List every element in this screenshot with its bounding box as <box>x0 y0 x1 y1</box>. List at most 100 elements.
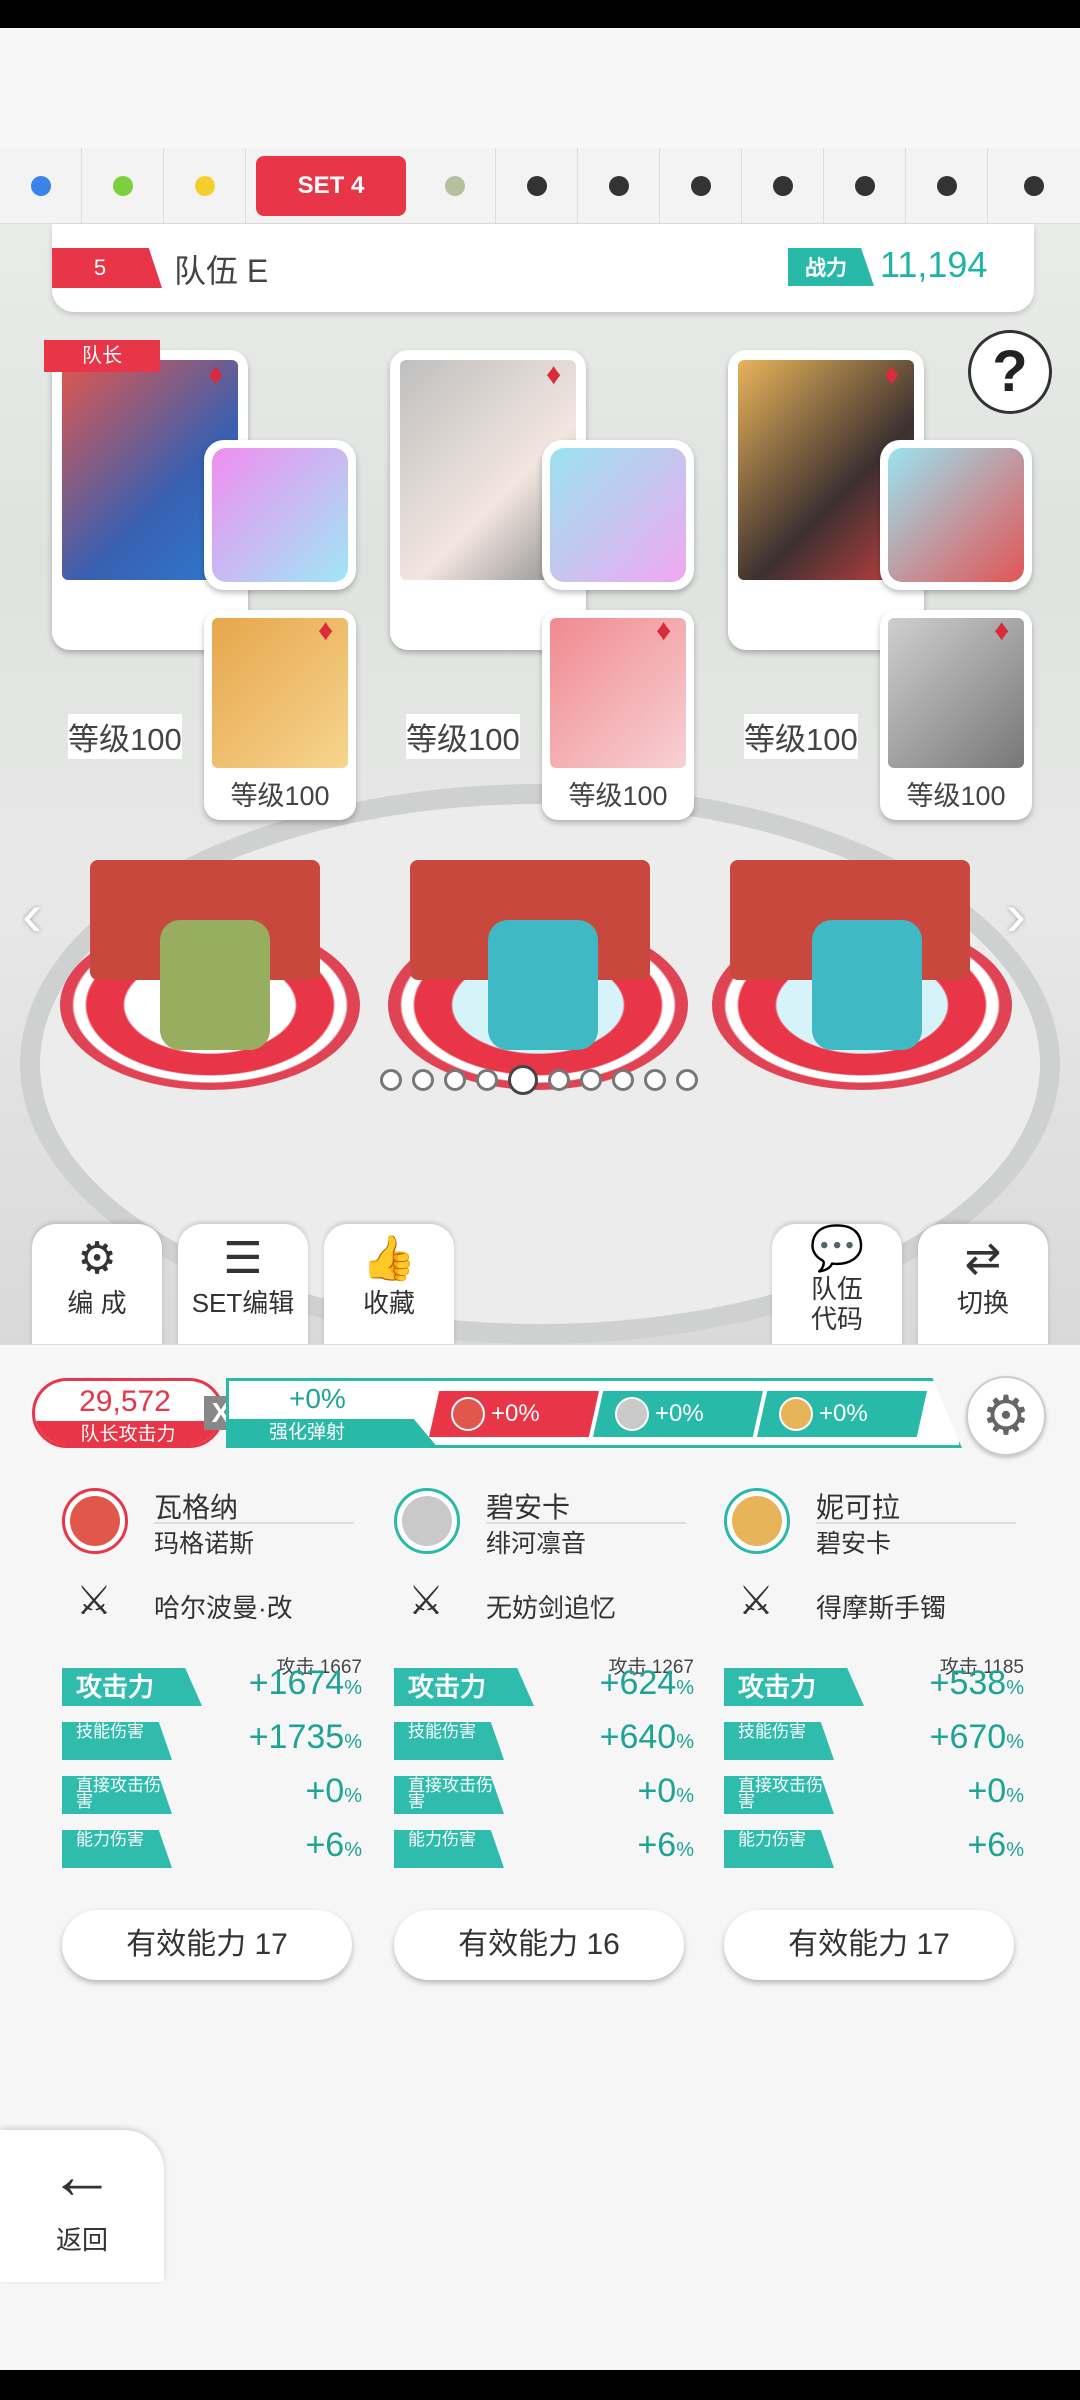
system-nav-bar <box>0 2370 1080 2400</box>
chevron-left-icon[interactable]: ‹ <box>22 880 42 949</box>
set-tab-1[interactable] <box>0 148 82 224</box>
stat-direct-damage: 直接攻击伤害 +0% <box>394 1772 694 1818</box>
partner-level: 等级100 <box>906 781 1006 811</box>
weapon-slot-2[interactable] <box>542 440 694 590</box>
set-tab-12[interactable] <box>988 148 1080 224</box>
back-button[interactable]: ← 返回 <box>0 2130 164 2282</box>
weapon-icon <box>888 448 1024 582</box>
leader-badge: 队长 <box>44 340 160 372</box>
set-tab-2[interactable] <box>82 148 164 224</box>
hero-multiplier-chip-1: +0% <box>429 1391 599 1437</box>
partner-name: 绯河凛音 <box>486 1530 587 1558</box>
weapon-slot-1[interactable] <box>204 440 356 590</box>
weapon-icon: ⚔ <box>408 1579 444 1623</box>
formation-label: 编 成 <box>67 1288 127 1318</box>
effective-ability-button-1[interactable]: 有效能力 17 <box>62 1910 352 1980</box>
set-tab-7[interactable] <box>578 148 660 224</box>
power-value: 11,194 <box>880 244 988 285</box>
power-label: 战力 <box>788 248 874 286</box>
favorites-button[interactable]: 👍 收藏 <box>324 1224 454 1348</box>
set-edit-label: SET编辑 <box>191 1288 295 1318</box>
hero-mini-avatar <box>451 1397 485 1431</box>
multiplier-label: 强化弹射 <box>229 1419 439 1448</box>
hero-avatar[interactable] <box>62 1488 128 1554</box>
hero-avatar[interactable] <box>724 1488 790 1554</box>
page-dot[interactable] <box>644 1069 666 1091</box>
diamond-suit-icon: ♦ <box>884 358 900 391</box>
set-tab-3[interactable] <box>164 148 246 224</box>
page-dot[interactable] <box>444 1069 466 1091</box>
set-tab-9[interactable] <box>742 148 824 224</box>
hero-level-2: 等级100 <box>406 714 520 759</box>
partner-name: 碧安卡 <box>816 1530 892 1558</box>
help-button[interactable]: ? <box>968 330 1052 414</box>
stat-attack: 攻击力 +1674% <box>62 1664 362 1710</box>
thumbs-up-star-icon: 👍 <box>361 1234 417 1283</box>
chip-value: +0% <box>655 1400 704 1427</box>
effective-ability-button-2[interactable]: 有效能力 16 <box>394 1910 684 1980</box>
pixel-trophy-1 <box>160 920 270 1050</box>
stat-attack: 攻击力 +624% <box>394 1664 694 1710</box>
switch-label: 切换 <box>956 1288 1009 1318</box>
stat-ability-damage: 能力伤害 +6% <box>62 1826 362 1872</box>
diamond-suit-icon: ♦ <box>546 358 562 391</box>
hero-level-3: 等级100 <box>744 714 858 759</box>
page-dot[interactable] <box>612 1069 634 1091</box>
page-dot[interactable] <box>476 1069 498 1091</box>
weapon-slot-3[interactable] <box>880 440 1032 590</box>
hero-avatar[interactable] <box>394 1488 460 1554</box>
chevron-right-icon[interactable]: › <box>1006 880 1026 949</box>
effective-ability-button-3[interactable]: 有效能力 17 <box>724 1910 1014 1980</box>
chat-bubble-icon: 💬 <box>809 1224 865 1273</box>
set-dot-icon <box>1024 176 1044 196</box>
page-dot-active[interactable] <box>508 1065 538 1095</box>
set-tab-10[interactable] <box>824 148 906 224</box>
stat-attack: 攻击力 +538% <box>724 1664 1024 1710</box>
stat-direct-damage: 直接攻击伤害 +0% <box>62 1772 362 1818</box>
weapon-icon: ⚔ <box>738 1579 774 1623</box>
hero-name: 碧安卡 <box>486 1492 571 1523</box>
page-dot[interactable] <box>380 1069 402 1091</box>
weapon-icon <box>212 448 348 582</box>
partner-card-1[interactable]: ♦ 等级100 <box>204 610 356 820</box>
multiplier-bar: +0% 强化弹射 +0% +0% +0% <box>226 1378 962 1448</box>
set-tab-5[interactable] <box>414 148 496 224</box>
hero-mini-avatar <box>615 1397 649 1431</box>
partner-name: 玛格诺斯 <box>154 1530 255 1558</box>
diamond-suit-icon: ♦ <box>318 614 334 647</box>
hero-multiplier-chip-3: +0% <box>757 1391 927 1437</box>
set-dot-icon <box>112 176 133 196</box>
partner-card-2[interactable]: ♦ 等级100 <box>542 610 694 820</box>
page-dot[interactable] <box>548 1069 570 1091</box>
stat-ability-damage: 能力伤害 +6% <box>394 1826 694 1872</box>
weapon-name: 得摩斯手镯 <box>816 1593 947 1623</box>
team-code-button[interactable]: 💬 队伍 代码 <box>772 1224 902 1348</box>
hero-level-1: 等级100 <box>68 714 182 759</box>
team-name[interactable]: 队伍 E <box>174 246 268 292</box>
switch-button[interactable]: ⇄ 切换 <box>918 1224 1048 1348</box>
partner-card-3[interactable]: ♦ 等级100 <box>880 610 1032 820</box>
set-edit-button[interactable]: ☰ SET编辑 <box>178 1224 308 1348</box>
back-label: 返回 <box>55 2225 108 2255</box>
diamond-suit-icon: ♦ <box>208 358 224 391</box>
page-dot[interactable] <box>412 1069 434 1091</box>
set-tab-4-active[interactable]: SET 4 <box>256 156 406 216</box>
settings-gear-icon[interactable]: ⚙ <box>966 1376 1046 1456</box>
diamond-suit-icon: ♦ <box>994 614 1010 647</box>
swap-icon: ⇄ <box>964 1234 1002 1283</box>
team-code-label-2: 代码 <box>810 1304 863 1334</box>
set-tab-8[interactable] <box>660 148 742 224</box>
stat-skill-damage: 技能伤害 +670% <box>724 1718 1024 1764</box>
hero-multiplier-chip-2: +0% <box>593 1391 763 1437</box>
set-tab-11[interactable] <box>906 148 988 224</box>
set-dot-icon <box>936 176 957 196</box>
formation-button[interactable]: ⚙ 编 成 <box>32 1224 162 1348</box>
page-dot[interactable] <box>580 1069 602 1091</box>
page-dot[interactable] <box>676 1069 698 1091</box>
team-pager[interactable] <box>380 1065 700 1095</box>
set-tab-6[interactable] <box>496 148 578 224</box>
leader-attack-box: 29,572 队长攻击力 <box>32 1378 224 1448</box>
team-code-label-1: 队伍 <box>810 1274 863 1304</box>
set-tab-bar: SET 4 <box>0 148 1080 224</box>
chip-value: +0% <box>491 1400 540 1427</box>
